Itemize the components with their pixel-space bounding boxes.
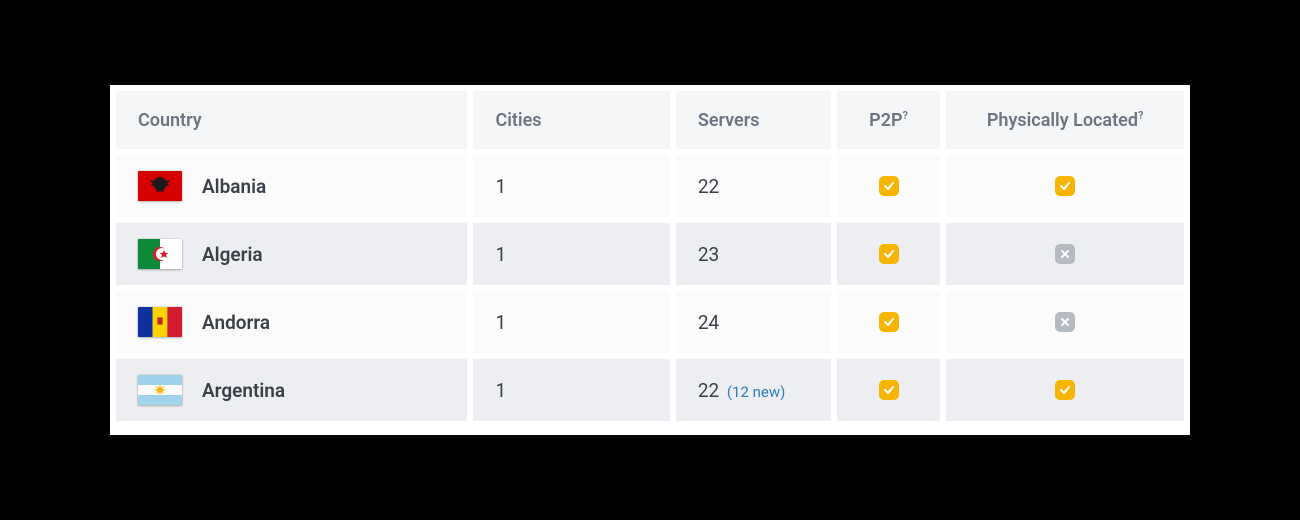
cell-servers: 22 — [676, 155, 831, 217]
header-physical-label: Physically Located — [987, 110, 1138, 131]
cell-physical — [946, 359, 1184, 421]
cell-country: Argentina — [116, 359, 467, 421]
check-icon — [1055, 176, 1075, 196]
cell-cities: 1 — [473, 223, 669, 285]
servers-count: 22 — [698, 175, 719, 198]
country-name: Andorra — [202, 311, 270, 334]
check-icon — [879, 244, 899, 264]
cross-icon — [1055, 244, 1075, 264]
cell-country: Albania — [116, 155, 467, 217]
help-icon[interactable]: ? — [903, 109, 908, 122]
cell-country: Andorra — [116, 291, 467, 353]
check-icon — [879, 380, 899, 400]
cell-physical — [946, 223, 1184, 285]
cell-cities: 1 — [473, 359, 669, 421]
country-name: Albania — [202, 175, 266, 198]
servers-note: (12 new) — [723, 383, 785, 401]
cell-servers: 22 (12 new) — [676, 359, 831, 421]
servers-count: 24 — [698, 311, 719, 334]
check-icon — [879, 312, 899, 332]
header-physical[interactable]: Physically Located? — [946, 91, 1184, 149]
header-servers[interactable]: Servers — [676, 91, 831, 149]
cell-p2p — [837, 155, 940, 217]
header-country[interactable]: Country — [116, 91, 467, 149]
table-row[interactable]: Algeria 1 23 — [116, 223, 1184, 285]
flag-icon — [138, 307, 182, 337]
flag-icon — [138, 171, 182, 201]
check-icon — [1055, 380, 1075, 400]
cell-cities: 1 — [473, 291, 669, 353]
help-icon[interactable]: ? — [1138, 109, 1143, 122]
cell-p2p — [837, 359, 940, 421]
header-p2p[interactable]: P2P? — [837, 91, 940, 149]
servers-count: 23 — [698, 243, 719, 266]
cell-cities: 1 — [473, 155, 669, 217]
country-name: Algeria — [202, 243, 263, 266]
servers-count: 22 — [698, 379, 719, 402]
header-p2p-label: P2P — [869, 110, 902, 131]
server-table: Country Cities Servers P2P? Physically L… — [110, 85, 1190, 427]
table-row[interactable]: Argentina122 (12 new) — [116, 359, 1184, 421]
cross-icon — [1055, 312, 1075, 332]
flag-icon — [138, 239, 182, 269]
cell-p2p — [837, 291, 940, 353]
table-row[interactable]: Andorra 1 24 — [116, 291, 1184, 353]
country-name: Argentina — [202, 379, 285, 402]
cell-physical — [946, 155, 1184, 217]
table-row[interactable]: Albania 1 22 — [116, 155, 1184, 217]
cell-servers: 24 — [676, 291, 831, 353]
header-cities[interactable]: Cities — [473, 91, 669, 149]
cell-servers: 23 — [676, 223, 831, 285]
check-icon — [879, 176, 899, 196]
server-table-panel: Country Cities Servers P2P? Physically L… — [110, 85, 1190, 435]
flag-icon — [138, 375, 182, 405]
cell-country: Algeria — [116, 223, 467, 285]
cell-physical — [946, 291, 1184, 353]
cell-p2p — [837, 223, 940, 285]
table-header-row: Country Cities Servers P2P? Physically L… — [116, 91, 1184, 149]
